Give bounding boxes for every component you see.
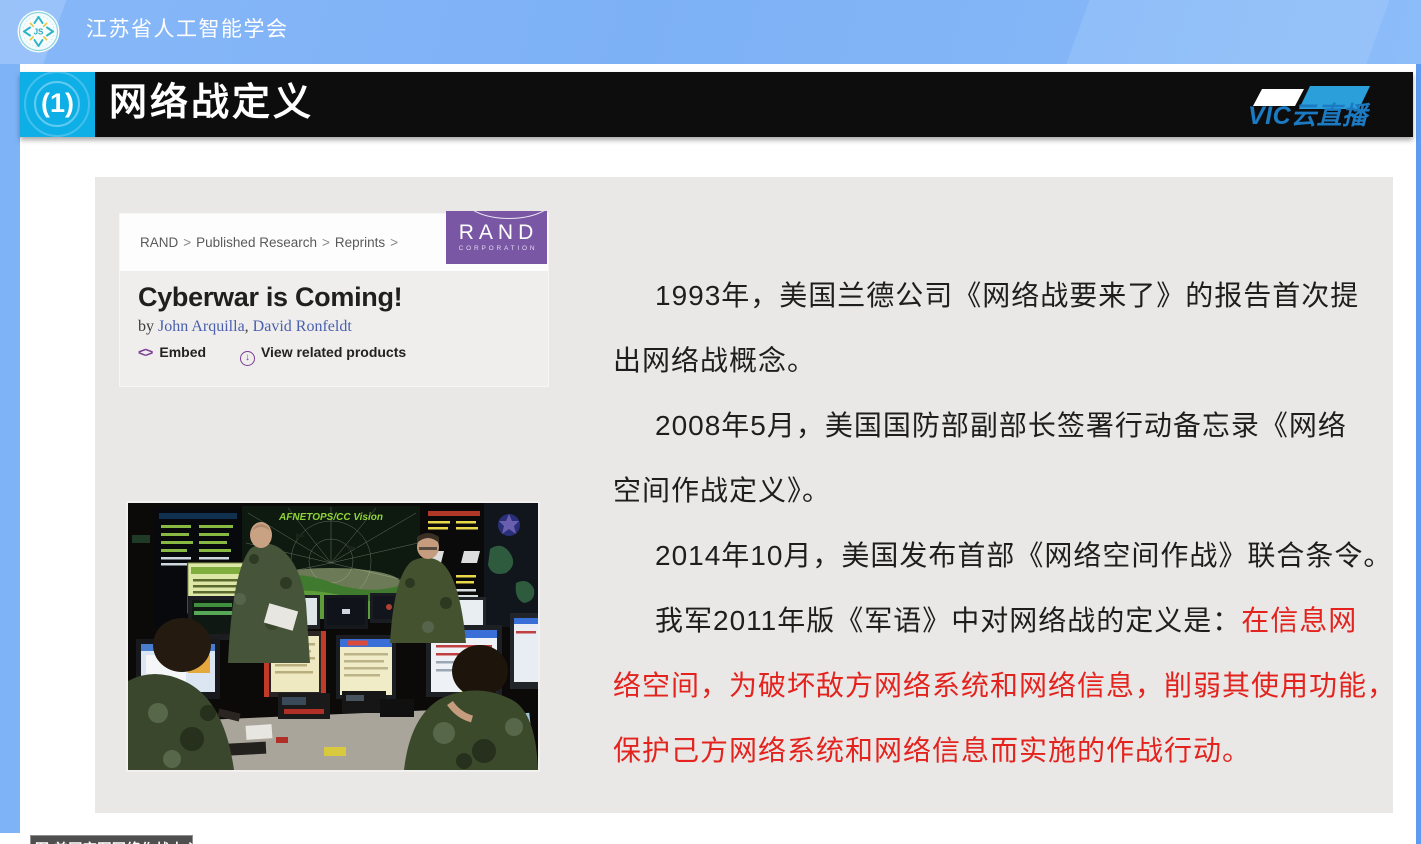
- cyber-ops-photo: AFNETOPS/CC Vision: [126, 501, 540, 772]
- slide-text-line: 保护己方网络系统和网络信息而实施的作战行动。: [613, 718, 1413, 783]
- rand-breadcrumb-row: RAND > Published Research > Reprints > RAND C…: [120, 214, 548, 271]
- rand-logo-wordmark: RAND: [450, 221, 547, 245]
- vic-live-logo-icon: VIC云直播: [1230, 80, 1385, 133]
- slide-text-line: 2008年5月，美国国防部副部长签署行动备忘录《网络: [613, 393, 1413, 458]
- bottom-caption-text: 图 美国空军网络作战中心: [35, 839, 192, 844]
- top-banner: JS 江苏省人工智能学会: [0, 0, 1421, 64]
- text-segment: 络空间，为破坏敌方网络系统和网络信息，削弱其使用功能，: [613, 670, 1396, 701]
- author-link[interactable]: David Ronfeldt: [253, 318, 352, 335]
- rand-logo-arc: [464, 211, 547, 219]
- svg-text:JS: JS: [34, 28, 44, 37]
- slide-text: 1993年，美国兰德公司《网络战要来了》的报告首次提出网络战概念。 2008年5月…: [613, 263, 1413, 783]
- slide-text-line: 2014年10月，美国发布首部《网络空间作战》联合条令。: [613, 523, 1413, 588]
- breadcrumb-item[interactable]: RAND: [140, 235, 178, 250]
- org-name: 江苏省人工智能学会: [86, 0, 289, 64]
- embed-label: Embed: [159, 344, 206, 360]
- slide-panel: RAND > Published Research > Reprints > RAND C…: [95, 177, 1393, 813]
- slide-text-line: 络空间，为破坏敌方网络系统和网络信息，削弱其使用功能，: [613, 653, 1413, 718]
- slide-header-bar: (1) 网络战定义 VIC云直播: [20, 72, 1413, 137]
- right-edge-strip: [1416, 64, 1421, 844]
- view-related-button[interactable]: ↓View related products: [210, 344, 406, 360]
- text-segment: 我军2011年版《军语》中对网络战的定义是：: [655, 605, 1241, 636]
- text-segment: 2008年5月，美国国防部副部长签署行动备忘录《网络: [655, 410, 1347, 441]
- rand-actions-row: <>Embed ↓View related products: [138, 344, 406, 366]
- rand-logo-subtitle: CORPORATION: [449, 245, 547, 252]
- rand-corporation-logo[interactable]: RAND CORPORATION: [446, 211, 547, 264]
- left-edge-strip: [0, 64, 20, 833]
- breadcrumb-separator: >: [390, 235, 398, 250]
- author-link[interactable]: John Arquilla: [158, 318, 245, 335]
- slide-text-line: 出网络战概念。: [613, 328, 1413, 393]
- breadcrumb-separator: >: [183, 235, 191, 250]
- byline-authors: John Arquilla, David Ronfeldt: [158, 318, 352, 335]
- embed-button[interactable]: <> Embed: [138, 344, 206, 360]
- breadcrumb-item[interactable]: Reprints: [335, 235, 385, 250]
- slide-text-line: 1993年，美国兰德公司《网络战要来了》的报告首次提: [613, 263, 1413, 328]
- slide-number-badge: (1): [20, 72, 95, 137]
- bottom-clipped-caption: 图 美国空军网络作战中心: [30, 835, 193, 844]
- text-segment: 出网络战概念。: [613, 345, 816, 376]
- slide-text-line: 我军2011年版《军语》中对网络战的定义是：在信息网: [613, 588, 1413, 653]
- byline-prefix: by: [138, 318, 158, 335]
- jsai-logo-icon: JS: [17, 10, 60, 53]
- text-segment: 保护己方网络系统和网络信息而实施的作战行动。: [613, 735, 1251, 766]
- rand-webpage-card: RAND > Published Research > Reprints > RAND C…: [120, 214, 548, 386]
- slide-number: (1): [20, 72, 95, 137]
- slide-text-line: 空间作战定义》。: [613, 458, 1413, 523]
- screen-title-text: AFNETOPS/CC Vision: [278, 512, 383, 523]
- text-segment: 空间作战定义》。: [613, 475, 831, 506]
- code-icon: <>: [138, 344, 152, 360]
- breadcrumb-separator: >: [322, 235, 330, 250]
- rand-byline: by John Arquilla, David Ronfeldt: [138, 318, 352, 336]
- text-segment: 2014年10月，美国发布首部《网络空间作战》联合条令。: [655, 540, 1392, 571]
- svg-text:VIC云直播: VIC云直播: [1248, 102, 1371, 128]
- download-circle-icon: ↓: [240, 351, 255, 366]
- slide-title: 网络战定义: [109, 72, 314, 137]
- breadcrumb-item[interactable]: Published Research: [196, 235, 317, 250]
- text-segment: 在信息网: [1241, 605, 1357, 636]
- text-segment: 1993年，美国兰德公司《网络战要来了》的报告首次提: [655, 280, 1359, 311]
- view-related-label: View related products: [261, 344, 406, 360]
- rand-article-title: Cyberwar is Coming!: [138, 282, 402, 313]
- breadcrumb: RAND > Published Research > Reprints >: [140, 214, 403, 271]
- banner-streak: [1053, 0, 1397, 64]
